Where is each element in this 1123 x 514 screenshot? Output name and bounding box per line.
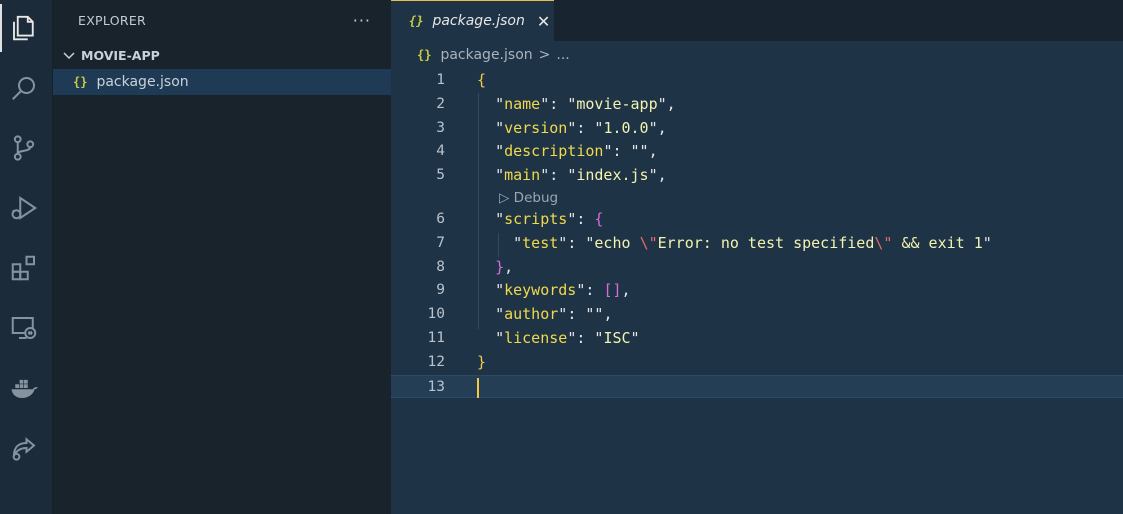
breadcrumb-file[interactable]: package.json: [440, 47, 532, 63]
file-item-package-json[interactable]: {} package.json: [53, 69, 391, 95]
extensions-icon[interactable]: [0, 244, 48, 292]
vscode-window: EXPLORER ··· MOVIE-APP {} package.json {…: [0, 0, 1123, 514]
code-line: 1{: [436, 71, 487, 89]
breadcrumb-rest[interactable]: ...: [556, 47, 569, 63]
json-file-icon: {}: [73, 75, 88, 89]
chevron-down-icon: [63, 52, 75, 60]
explorer-header: EXPLORER ···: [53, 0, 391, 41]
breadcrumb: {} package.json > ...: [391, 41, 1123, 69]
current-line[interactable]: 13: [391, 374, 1123, 399]
remote-explorer-icon[interactable]: [0, 304, 48, 352]
tab-package-json[interactable]: {} package.json ✕: [391, 0, 554, 41]
live-share-icon[interactable]: [0, 424, 48, 472]
explorer-title: EXPLORER: [78, 13, 147, 28]
activity-bar: [0, 0, 53, 514]
source-control-icon[interactable]: [0, 124, 48, 172]
json-file-icon: {}: [417, 48, 432, 62]
code-line: 10 "author": "",: [427, 305, 613, 324]
run-debug-icon[interactable]: [0, 184, 48, 232]
text-cursor: [477, 377, 479, 398]
code-line: 2 "name": "movie-app",: [436, 94, 676, 113]
code-line: 5 "main": "index.js",: [436, 166, 667, 185]
search-icon[interactable]: [0, 64, 48, 112]
code-line: 9 "keywords": [],: [436, 281, 631, 300]
more-actions-icon[interactable]: ···: [353, 11, 371, 30]
code-lens-debug[interactable]: ▷ Debug: [391, 188, 1123, 208]
docker-icon[interactable]: [0, 364, 48, 412]
file-name: package.json: [96, 74, 189, 90]
editor-area: {} package.json ✕ {} package.json > ... …: [391, 0, 1123, 514]
tab-label: package.json: [432, 13, 525, 29]
close-icon[interactable]: ✕: [537, 12, 550, 31]
code-line: 7 "test": "echo \"Error: no test specifi…: [436, 233, 992, 252]
code-line: 12}: [427, 352, 487, 371]
code-line: 4 "description": "",: [436, 142, 658, 161]
code-editor[interactable]: 1{ 2 "name": "movie-app", 3 "version": "…: [391, 69, 1123, 399]
code-line: 11 "license": "ISC": [427, 328, 640, 347]
tab-bar: {} package.json ✕: [391, 0, 1123, 41]
explorer-sidebar: EXPLORER ··· MOVIE-APP {} package.json: [53, 0, 391, 514]
code-line: 3 "version": "1.0.0",: [436, 118, 667, 137]
folder-header[interactable]: MOVIE-APP: [53, 41, 391, 69]
json-file-icon: {}: [409, 14, 424, 28]
code-line: 6 "scripts": {: [436, 209, 604, 228]
breadcrumb-separator: >: [538, 47, 551, 63]
code-line: 8 },: [436, 257, 514, 276]
folder-name: MOVIE-APP: [81, 47, 160, 63]
explorer-icon[interactable]: [0, 4, 48, 52]
